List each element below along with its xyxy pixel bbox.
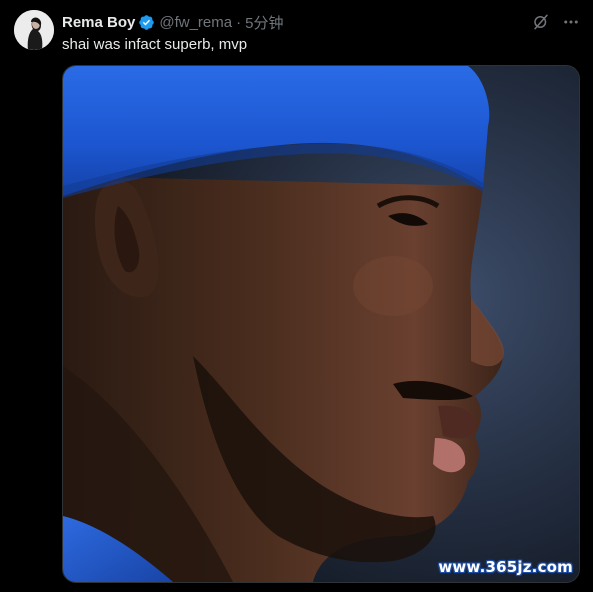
- tweet-media-photo[interactable]: www.365jz.com: [62, 65, 580, 583]
- tweet-timestamp[interactable]: 5分钟: [245, 12, 283, 33]
- avatar[interactable]: [14, 10, 54, 50]
- tweet-text: shai was infact superb, mvp: [62, 36, 248, 53]
- more-icon[interactable]: [561, 12, 581, 32]
- player-photo: [63, 66, 579, 582]
- avatar-image: [14, 10, 54, 50]
- tweet-top-actions: [531, 12, 581, 32]
- display-name[interactable]: Rema Boy: [62, 14, 135, 31]
- grok-icon[interactable]: [531, 12, 551, 32]
- watermark-text: www.365jz.com: [438, 558, 573, 576]
- verified-badge-icon: [138, 14, 155, 31]
- user-handle[interactable]: @fw_rema: [159, 14, 232, 31]
- header-separator: ·: [236, 13, 242, 31]
- tweet-header: Rema Boy @fw_rema · 5分钟: [62, 12, 283, 32]
